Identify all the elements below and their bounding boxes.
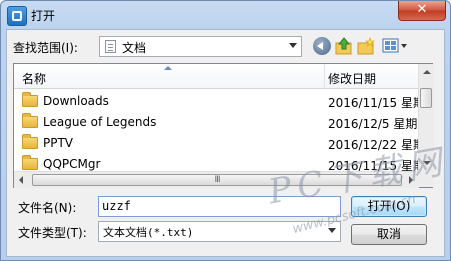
horizontal-scroll-thumb[interactable]: III — [32, 174, 402, 186]
folder-icon — [22, 134, 38, 149]
scroll-right-icon[interactable] — [409, 176, 413, 184]
title-bar[interactable]: 打开 ✕ — [1, 1, 450, 29]
item-name: League of Legends — [43, 115, 157, 129]
scroll-left-icon[interactable] — [19, 176, 23, 184]
sort-ascending-icon — [164, 66, 172, 70]
chevron-down-icon[interactable] — [289, 43, 297, 48]
filename-input[interactable]: uzzf — [98, 196, 341, 217]
open-button[interactable]: 打开(O) — [351, 196, 427, 217]
column-header-name[interactable]: 名称 — [14, 64, 325, 88]
new-folder-icon[interactable] — [357, 37, 375, 55]
filetype-select[interactable]: 文本文档(*.txt) — [98, 221, 341, 242]
item-name: QQPCMgr — [43, 157, 101, 171]
vertical-scrollbar[interactable] — [418, 64, 434, 172]
back-icon[interactable] — [313, 37, 331, 55]
scroll-corner — [418, 171, 434, 187]
documents-icon — [105, 40, 116, 53]
cancel-button[interactable]: 取消 — [351, 224, 427, 245]
column-header-date[interactable]: 修改日期 — [325, 70, 376, 87]
lookin-value: 文档 — [122, 41, 147, 55]
folder-icon — [22, 113, 38, 128]
chevron-down-icon[interactable] — [328, 228, 336, 233]
item-date: 2016/12/22 星期 — [328, 138, 425, 152]
file-list[interactable]: 名称 修改日期 Downloads 2016/11/15 星期 League o… — [13, 63, 434, 188]
lookin-combo[interactable]: 文档 — [99, 36, 302, 57]
list-item[interactable]: League of Legends 2016/12/5 星期 — [14, 112, 419, 133]
filetype-value: 文本文档(*.txt) — [103, 226, 194, 239]
scroll-down-icon[interactable] — [423, 161, 431, 165]
item-date: 2016/12/5 星期 — [328, 117, 418, 131]
up-folder-icon[interactable] — [335, 37, 353, 55]
item-name: PPTV — [43, 136, 74, 150]
app-icon — [7, 6, 27, 26]
horizontal-scrollbar[interactable]: III — [14, 171, 419, 188]
item-date: 2016/11/15 星期 — [328, 96, 425, 110]
views-menu-icon[interactable] — [382, 37, 410, 55]
item-name: Downloads — [43, 94, 109, 108]
folder-icon — [22, 155, 38, 170]
filetype-label: 文件类型(T): — [18, 226, 87, 240]
scroll-up-icon[interactable] — [423, 70, 431, 74]
list-header: 名称 修改日期 — [14, 64, 419, 89]
open-dialog: 打开 ✕ 查找范围(I): 文档 名称 修改日期 Downloads 2016/… — [0, 0, 451, 261]
vertical-scroll-thumb[interactable] — [420, 88, 432, 108]
folder-icon — [22, 92, 38, 107]
list-item[interactable]: PPTV 2016/12/22 星期 — [14, 133, 425, 154]
lookin-label: 查找范围(I): — [13, 41, 78, 55]
filename-label: 文件名(N): — [18, 201, 77, 215]
list-item[interactable]: Downloads 2016/11/15 星期 — [14, 91, 425, 112]
close-button[interactable]: ✕ — [398, 1, 446, 21]
window-title: 打开 — [31, 9, 56, 23]
column-header-name-label: 名称 — [22, 72, 47, 86]
